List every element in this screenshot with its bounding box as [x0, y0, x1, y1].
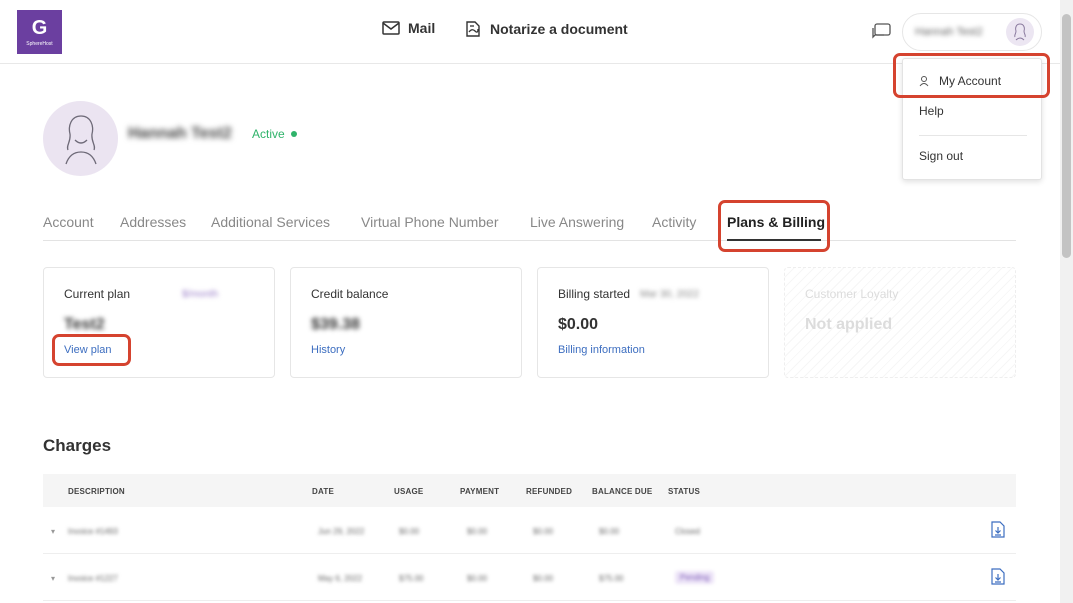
- tab-plans-billing[interactable]: Plans & Billing: [727, 214, 825, 230]
- chat-icon[interactable]: [870, 22, 892, 42]
- top-bar: G SphereHost Mail Notarize a document Ha…: [0, 0, 1073, 64]
- user-name: Hannah Test2: [915, 26, 983, 38]
- row-status: Closed: [675, 527, 700, 536]
- card-label: Customer Loyalty: [805, 287, 899, 301]
- nav-notarize-link[interactable]: Notarize a document: [464, 20, 628, 38]
- tab-account[interactable]: Account: [43, 214, 94, 230]
- row-refunded: $0.00: [533, 574, 554, 583]
- billing-start-date: Mar 30, 2022: [640, 289, 699, 300]
- nav-notarize-label: Notarize a document: [490, 21, 628, 37]
- nav-mail-label: Mail: [408, 20, 436, 36]
- loyalty-value: Not applied: [805, 316, 893, 333]
- column-header: DATE: [312, 487, 334, 496]
- scrollbar-thumb[interactable]: [1062, 14, 1071, 258]
- status-label: Active: [252, 127, 285, 141]
- column-header: DESCRIPTION: [68, 487, 125, 496]
- column-header: BALANCE DUE: [592, 487, 653, 496]
- card-label: Credit balance: [311, 287, 389, 301]
- user-menu-button[interactable]: Hannah Test2: [902, 13, 1042, 51]
- user-avatar-icon: [64, 114, 97, 164]
- card-label: Billing started: [558, 287, 631, 301]
- column-header: PAYMENT: [460, 487, 500, 496]
- row-balance-due: $75.00: [599, 574, 624, 583]
- view-plan-link[interactable]: View plan: [64, 344, 112, 356]
- account-dropdown-menu: My Account Help Sign out: [902, 58, 1042, 180]
- avatar: [1006, 18, 1034, 46]
- credit-balance-value: $39.38: [311, 316, 360, 333]
- row-payment: $0.00: [467, 527, 488, 536]
- column-header: USAGE: [394, 487, 424, 496]
- logo-brand: SphereHost: [26, 40, 53, 47]
- status-badge: Active: [252, 127, 297, 141]
- menu-item-label: Sign out: [919, 149, 964, 163]
- profile-tabs: Account Addresses Additional Services Vi…: [43, 206, 1016, 241]
- column-header: STATUS: [668, 487, 701, 496]
- menu-divider: [919, 135, 1027, 136]
- row-balance-due: $0.00: [599, 527, 620, 536]
- menu-item-label: Help: [919, 104, 944, 118]
- download-invoice-icon[interactable]: [991, 521, 1005, 538]
- tab-additional-services[interactable]: Additional Services: [211, 214, 330, 230]
- card-customer-loyalty: Customer Loyalty Not applied: [784, 267, 1016, 378]
- row-description: Invoice #1227: [68, 574, 118, 583]
- profile-name: Hannah Test2: [128, 125, 232, 142]
- card-billing-started: Billing started Mar 30, 2022 $0.00 Billi…: [537, 267, 769, 378]
- spherehost-logo[interactable]: G SphereHost: [17, 10, 62, 54]
- billing-amount: $0.00: [558, 316, 599, 333]
- plan-period: $/month: [182, 289, 219, 300]
- user-avatar-icon: [1014, 23, 1026, 41]
- history-link[interactable]: History: [311, 344, 345, 356]
- charges-table: DESCRIPTION DATE USAGE PAYMENT REFUNDED …: [43, 474, 1016, 603]
- card-credit-balance: Credit balance $39.38 History: [290, 267, 522, 378]
- page-scrollbar[interactable]: [1060, 0, 1073, 603]
- row-usage: $75.00: [399, 574, 424, 583]
- user-icon: [919, 76, 929, 87]
- charges-title: Charges: [43, 436, 112, 455]
- row-date: Jun 29, 2022: [318, 527, 365, 536]
- card-current-plan: Current plan $/month Test2 View plan: [43, 267, 275, 378]
- table-row[interactable]: ▾ Invoice #1493 Jun 29, 2022 $0.00 $0.00…: [43, 507, 1016, 554]
- card-label: Current plan: [64, 287, 131, 301]
- expand-chevron-icon[interactable]: ▾: [51, 574, 55, 583]
- row-description: Invoice #1493: [68, 527, 118, 536]
- tab-activity[interactable]: Activity: [652, 214, 696, 230]
- logo-glyph: G: [31, 16, 48, 39]
- notarize-icon: [466, 21, 480, 37]
- table-header: DESCRIPTION DATE USAGE PAYMENT REFUNDED …: [43, 474, 1016, 507]
- row-payment: $0.00: [467, 574, 488, 583]
- download-invoice-icon[interactable]: [991, 568, 1005, 585]
- table-row[interactable]: ▾ Invoice #1227 May 6, 2022 $75.00 $0.00…: [43, 554, 1016, 601]
- billing-information-link[interactable]: Billing information: [558, 344, 645, 356]
- menu-item-label: My Account: [939, 74, 1002, 88]
- row-date: May 6, 2022: [318, 574, 363, 583]
- tab-addresses[interactable]: Addresses: [120, 214, 186, 230]
- row-refunded: $0.00: [533, 527, 554, 536]
- profile-avatar: [43, 101, 118, 176]
- status-dot-icon: [290, 131, 297, 137]
- status-badge: Pending: [675, 571, 715, 584]
- active-tab-indicator: [727, 239, 821, 241]
- column-header: REFUNDED: [526, 487, 573, 496]
- tab-live-answering[interactable]: Live Answering: [530, 214, 624, 230]
- expand-chevron-icon[interactable]: ▾: [51, 527, 55, 536]
- row-usage: $0.00: [399, 527, 420, 536]
- nav-mail-link[interactable]: Mail: [382, 20, 435, 36]
- plan-name: Test2: [64, 316, 105, 333]
- tab-virtual-phone-number[interactable]: Virtual Phone Number: [361, 214, 498, 230]
- menu-item-sign-out[interactable]: Sign out: [919, 149, 963, 163]
- menu-item-help[interactable]: Help: [919, 104, 944, 118]
- mail-icon: [382, 21, 400, 35]
- menu-item-my-account[interactable]: My Account: [919, 74, 1001, 88]
